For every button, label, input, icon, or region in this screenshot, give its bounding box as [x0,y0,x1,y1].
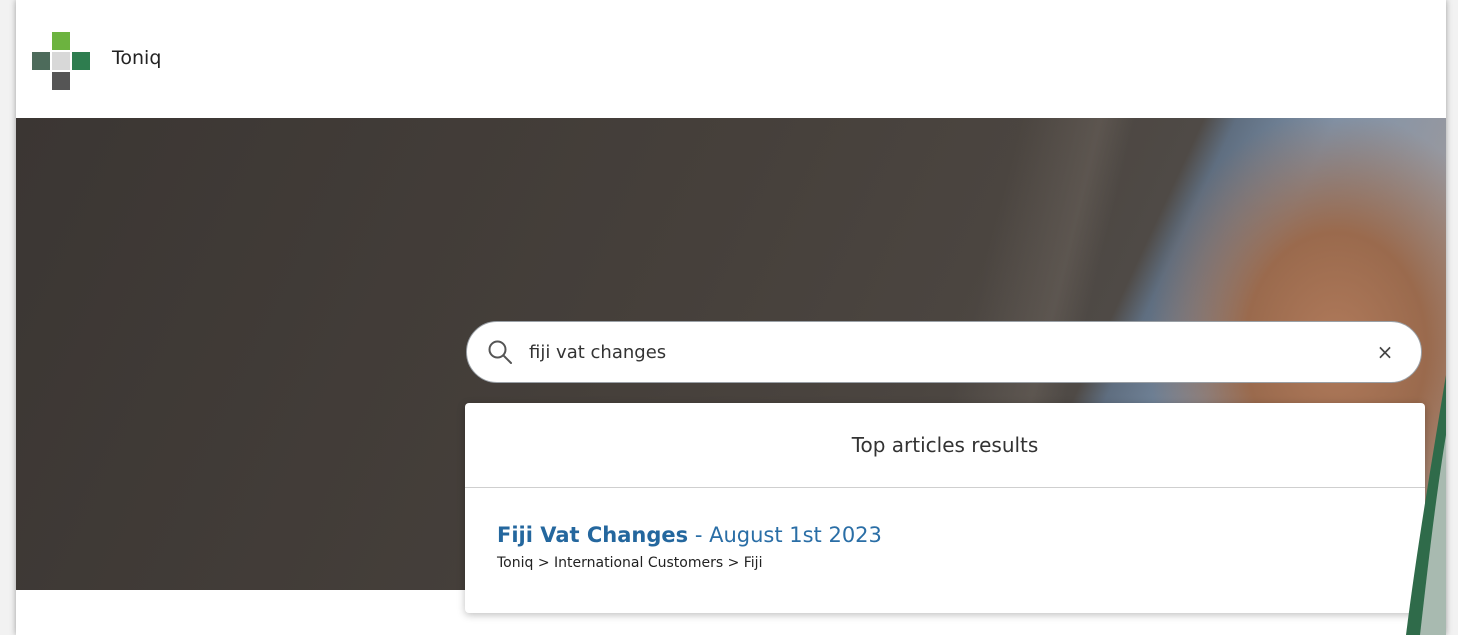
page: Toniq × Top articles results Fiji Vat Ch… [16,0,1446,635]
search-input[interactable] [529,336,1349,368]
result-breadcrumb: Toniq > International Customers > Fiji [497,555,763,571]
result-separator: - [688,523,710,547]
site-header: Toniq [16,0,1446,118]
search-icon [488,340,512,364]
brand-name[interactable]: Toniq [112,47,161,69]
toniq-logo-icon[interactable] [32,32,92,90]
search-results-dropdown: Top articles results Fiji Vat Changes - … [465,403,1425,613]
result-link[interactable]: Fiji Vat Changes - August 1st 2023 [497,523,882,547]
result-title[interactable]: Fiji Vat Changes [497,523,688,547]
search-box: × [466,321,1422,383]
corner-decoration [1406,375,1446,635]
results-heading: Top articles results [465,403,1425,488]
clear-search-icon[interactable]: × [1371,338,1399,366]
result-item[interactable]: Fiji Vat Changes - August 1st 2023 Toniq… [497,523,1377,571]
result-date[interactable]: August 1st 2023 [709,523,882,547]
